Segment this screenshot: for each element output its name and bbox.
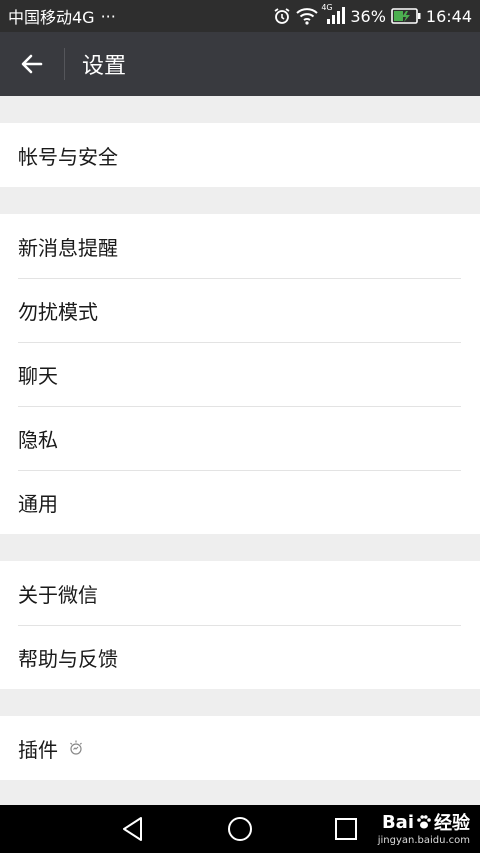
arrow-left-icon xyxy=(20,52,44,76)
settings-item-plugins[interactable]: 插件 xyxy=(0,716,480,780)
nav-back-button[interactable] xyxy=(103,805,163,853)
status-left: 中国移动4G ··· xyxy=(8,4,116,28)
settings-item-about-wechat[interactable]: 关于微信 xyxy=(0,561,480,625)
nav-recents-button[interactable] xyxy=(316,805,376,853)
wifi-icon xyxy=(296,7,318,25)
lightbulb-icon xyxy=(68,739,84,757)
nav-home-icon xyxy=(227,816,253,842)
nav-back-icon xyxy=(121,816,145,842)
battery-charging-icon xyxy=(391,8,421,24)
app-bar-divider xyxy=(64,48,65,80)
settings-item-label: 新消息提醒 xyxy=(18,235,118,260)
settings-item-label: 帐号与安全 xyxy=(18,144,118,169)
page-title: 设置 xyxy=(82,54,127,79)
settings-item-label: 聊天 xyxy=(18,363,58,388)
more-notifications-label: ··· xyxy=(100,6,116,26)
settings-group-general: 新消息提醒 勿扰模式 聊天 隐私 通用 xyxy=(0,214,480,534)
watermark-url: jingyan.baidu.com xyxy=(377,835,470,846)
paw-icon xyxy=(416,814,432,830)
settings-item-general[interactable]: 通用 xyxy=(0,470,480,534)
watermark-logo: Bai 经验 xyxy=(382,809,470,835)
settings-item-label: 插件 xyxy=(18,737,58,762)
settings-item-label: 通用 xyxy=(18,491,58,516)
status-bar: 中国移动4G ··· 4G 36% 16:44 xyxy=(0,0,480,32)
watermark-logo-right: 经验 xyxy=(434,813,470,834)
nav-recents-icon xyxy=(334,817,358,841)
nav-home-button[interactable] xyxy=(210,805,270,853)
system-nav-bar: Bai 经验 jingyan.baidu.com xyxy=(0,805,480,853)
settings-item-account-security[interactable]: 帐号与安全 xyxy=(0,123,480,187)
carrier-label: 中国移动4G xyxy=(8,8,95,27)
clock-label: 16:44 xyxy=(425,6,472,26)
settings-list: 帐号与安全 新消息提醒 勿扰模式 聊天 隐私 通用 关于微信 帮助与反馈 插件 xyxy=(0,96,480,780)
status-right: 4G 36% 16:44 xyxy=(273,3,472,26)
network-type-label: 4G xyxy=(321,3,333,12)
settings-item-label: 勿扰模式 xyxy=(18,299,98,324)
baidu-jingyan-watermark: Bai 经验 jingyan.baidu.com xyxy=(377,809,470,847)
app-bar: 设置 xyxy=(0,32,480,96)
settings-group-about: 关于微信 帮助与反馈 xyxy=(0,561,480,689)
watermark-logo-left: Bai xyxy=(381,811,414,833)
alarm-icon xyxy=(273,7,291,25)
settings-group-account: 帐号与安全 xyxy=(0,123,480,187)
settings-item-label: 隐私 xyxy=(18,427,58,452)
settings-item-privacy[interactable]: 隐私 xyxy=(0,406,480,470)
settings-item-chat[interactable]: 聊天 xyxy=(0,342,480,406)
settings-item-new-message-notification[interactable]: 新消息提醒 xyxy=(0,214,480,278)
settings-item-label: 帮助与反馈 xyxy=(18,646,118,671)
settings-item-do-not-disturb[interactable]: 勿扰模式 xyxy=(0,278,480,342)
signal-icon: 4G xyxy=(321,3,346,25)
settings-item-label: 关于微信 xyxy=(18,582,98,607)
settings-item-help-feedback[interactable]: 帮助与反馈 xyxy=(0,625,480,689)
settings-group-plugins: 插件 xyxy=(0,716,480,780)
battery-percent-label: 36% xyxy=(350,6,386,26)
back-button[interactable] xyxy=(0,32,64,96)
